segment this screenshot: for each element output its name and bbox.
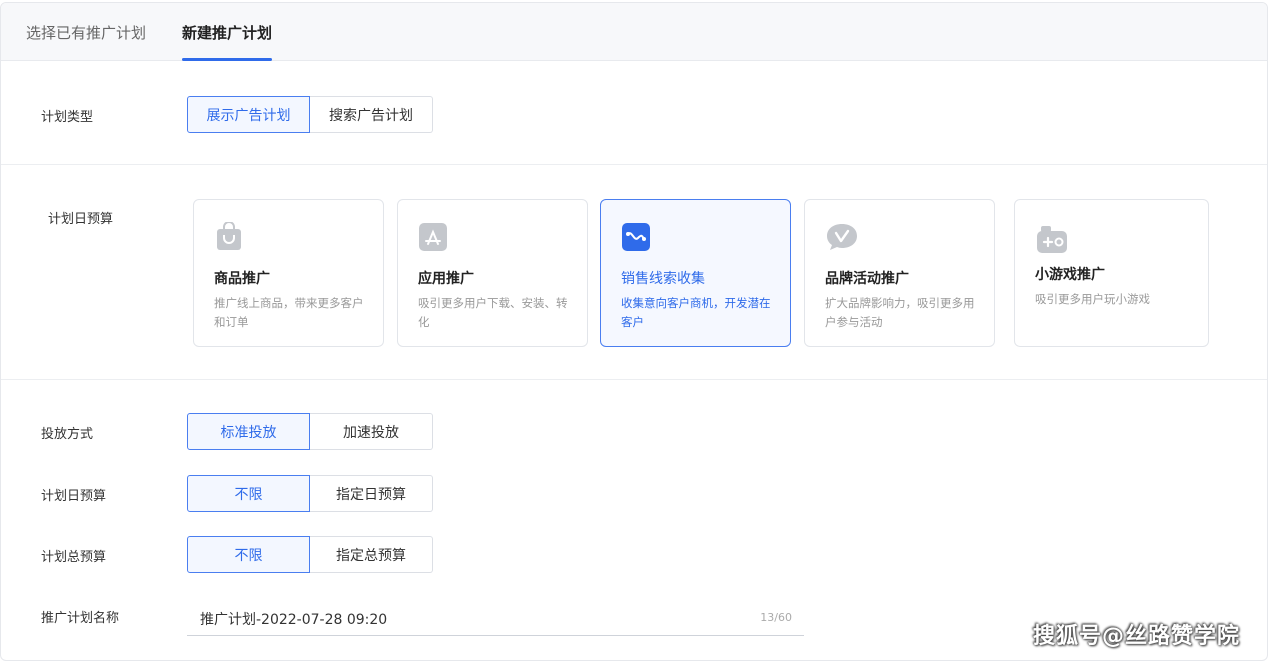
goal-card-mini-game[interactable]: 小游戏推广 吸引更多用户玩小游戏 [1014,199,1209,347]
goal-label: 计划日预算 [48,212,114,227]
total-budget-selector: 不限 指定总预算 [187,536,433,573]
delivery-label: 投放方式 [41,427,94,442]
goal-card-brand-activity[interactable]: 品牌活动推广 扩大品牌影响力，吸引更多用户参与活动 [804,199,995,347]
goal-card-product[interactable]: 商品推广 推广线上商品，带来更多客户和订单 [193,199,384,347]
tab-new-plan[interactable]: 新建推广计划 [182,22,273,61]
goal-card-title: 商品推广 [214,271,270,287]
game-controller-icon [1037,226,1067,253]
goal-card-title: 应用推广 [418,271,474,287]
section-divider [1,379,1267,380]
goal-card-desc: 推广线上商品，带来更多客户和订单 [214,296,364,329]
goal-card-desc: 扩大品牌影响力，吸引更多用户参与活动 [825,296,975,329]
app-store-icon [419,223,447,251]
total-budget-label: 计划总预算 [41,550,107,565]
shopping-bag-icon [217,222,241,250]
goal-card-title: 品牌活动推广 [825,271,909,287]
daily-budget-unlimited[interactable]: 不限 [187,475,310,512]
daily-budget-selector: 不限 指定日预算 [187,475,433,512]
goal-card-desc: 吸引更多用户下载、安装、转化 [418,296,568,329]
plan-type-label: 计划类型 [41,110,94,125]
delivery-selector: 标准投放 加速投放 [187,413,433,450]
plan-name-char-count: 13/60 [760,611,792,624]
tab-select-existing-plan[interactable]: 选择已有推广计划 [26,22,146,61]
goal-card-app[interactable]: 应用推广 吸引更多用户下载、安装、转化 [397,199,588,347]
plan-name-label: 推广计划名称 [41,611,120,626]
section-divider [1,164,1267,165]
goal-card-desc: 收集意向客户商机，开发潜在客户 [621,296,771,329]
total-budget-unlimited[interactable]: 不限 [187,536,310,573]
goal-card-title: 销售线索收集 [621,271,705,287]
new-campaign-panel: 选择已有推广计划 新建推广计划 计划类型 展示广告计划 搜索广告计划 计划日预算… [0,2,1268,661]
daily-budget-specify[interactable]: 指定日预算 [310,475,433,512]
total-budget-specify[interactable]: 指定总预算 [310,536,433,573]
watermark: 搜狐号@丝路赞学院 [1032,624,1240,649]
delivery-accelerated[interactable]: 加速投放 [310,413,433,450]
daily-budget-label: 计划日预算 [41,489,107,504]
plan-type-selector: 展示广告计划 搜索广告计划 [187,96,433,133]
goal-card-title: 小游戏推广 [1035,267,1105,283]
plan-type-display-ads[interactable]: 展示广告计划 [187,96,310,133]
delivery-standard[interactable]: 标准投放 [187,413,310,450]
goal-card-desc: 吸引更多用户玩小游戏 [1035,292,1150,306]
plan-name-value[interactable]: 推广计划-2022-07-28 09:20 [200,609,387,629]
brand-chat-icon [827,224,857,250]
goal-card-lead-collection[interactable]: 销售线索收集 收集意向客户商机，开发潜在客户 [600,199,791,347]
plan-type-search-ads[interactable]: 搜索广告计划 [310,96,433,133]
plan-name-input[interactable]: 推广计划-2022-07-28 09:20 13/60 [187,599,804,636]
lead-collection-icon [622,223,650,251]
tab-bar: 选择已有推广计划 新建推广计划 [1,3,1267,61]
